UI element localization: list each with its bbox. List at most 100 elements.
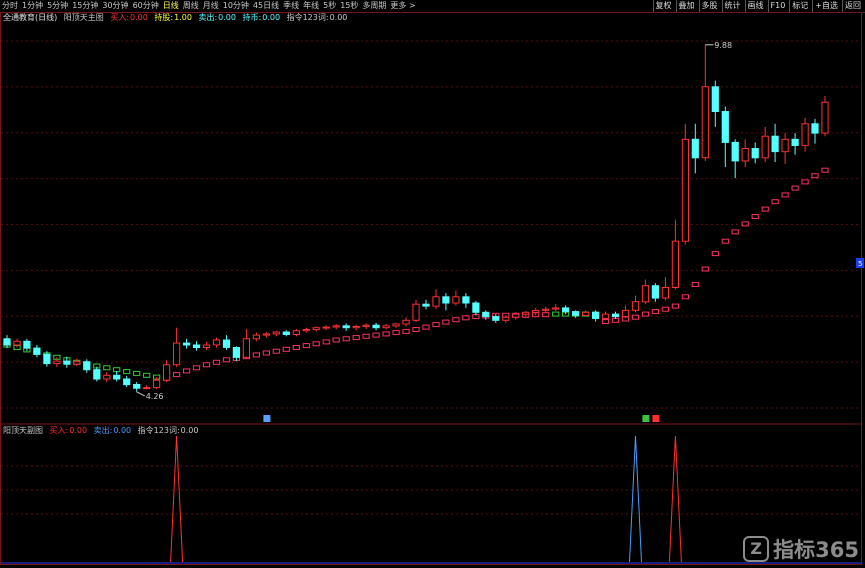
candle-body[interactable]	[442, 296, 450, 304]
candle-body[interactable]	[631, 301, 640, 311]
candle-body[interactable]	[731, 141, 739, 162]
candle-body[interactable]	[552, 307, 560, 310]
candle-body[interactable]	[621, 309, 630, 318]
candle-body[interactable]	[522, 311, 530, 315]
candle-body[interactable]	[651, 285, 659, 299]
candle-body[interactable]	[163, 364, 171, 381]
trail-marker	[252, 352, 261, 358]
candle-body[interactable]	[582, 311, 590, 316]
candle-body[interactable]	[93, 369, 101, 380]
candle-body[interactable]	[342, 325, 350, 329]
candle-body[interactable]	[681, 138, 689, 242]
candle-body[interactable]	[332, 325, 340, 328]
candle-body[interactable]	[671, 240, 679, 288]
candle-body[interactable]	[113, 374, 121, 380]
event-marker[interactable]	[642, 415, 650, 422]
min-price-label: 4.26	[146, 392, 164, 401]
candle-body[interactable]	[53, 360, 61, 365]
trail-marker	[372, 332, 380, 338]
candle-body[interactable]	[262, 333, 270, 336]
candle-body[interactable]	[811, 123, 819, 134]
candle-body[interactable]	[611, 313, 620, 318]
min-pointer	[136, 391, 145, 397]
candle-body[interactable]	[492, 316, 500, 321]
candle-body[interactable]	[721, 111, 729, 143]
candle-body[interactable]	[472, 302, 480, 313]
candle-body[interactable]	[232, 347, 241, 358]
candle-body[interactable]	[222, 339, 231, 348]
candle-body[interactable]	[432, 296, 440, 307]
trail-marker	[202, 362, 211, 368]
candle-body[interactable]	[781, 138, 789, 153]
candle-body[interactable]	[312, 327, 320, 331]
chart-canvas[interactable]: 9.88 4.26 5	[0, 0, 865, 568]
candle-body[interactable]	[751, 148, 759, 159]
trail-marker	[741, 221, 749, 227]
candle-body[interactable]	[641, 285, 650, 303]
candle-body[interactable]	[43, 353, 51, 365]
candle-body[interactable]	[282, 331, 290, 335]
candle-body[interactable]	[821, 101, 829, 134]
candle-body[interactable]	[771, 135, 779, 153]
candle-body[interactable]	[572, 311, 580, 316]
candle-body[interactable]	[322, 326, 330, 329]
candle-body[interactable]	[402, 319, 410, 325]
candle-body[interactable]	[192, 344, 201, 348]
candle-body[interactable]	[512, 313, 520, 318]
candle-body[interactable]	[302, 329, 310, 332]
candle-body[interactable]	[791, 138, 799, 147]
candle-body[interactable]	[382, 325, 390, 329]
candle-body[interactable]	[133, 384, 141, 389]
candle-body[interactable]	[761, 135, 769, 159]
candle-body[interactable]	[532, 309, 540, 313]
trail-marker	[192, 365, 201, 371]
candle-body[interactable]	[83, 361, 91, 371]
candle-body[interactable]	[422, 303, 430, 307]
candle-body[interactable]	[482, 311, 490, 318]
candle-body[interactable]	[362, 324, 370, 327]
candle-body[interactable]	[392, 323, 400, 327]
candle-body[interactable]	[153, 379, 161, 389]
candle-body[interactable]	[542, 308, 550, 311]
candle-body[interactable]	[3, 338, 11, 346]
candle-body[interactable]	[452, 296, 460, 304]
candle-body[interactable]	[202, 344, 211, 348]
signal-spike	[668, 435, 682, 563]
candle-body[interactable]	[801, 123, 809, 146]
candle-body[interactable]	[711, 86, 719, 113]
candle-body[interactable]	[252, 334, 261, 340]
event-marker[interactable]	[263, 415, 271, 422]
candle-body[interactable]	[701, 86, 709, 159]
event-marker[interactable]	[652, 415, 660, 422]
candle-body[interactable]	[183, 342, 191, 346]
candle-body[interactable]	[212, 339, 221, 346]
candle-body[interactable]	[372, 324, 380, 329]
candle-body[interactable]	[352, 326, 360, 329]
trail-marker	[173, 372, 181, 378]
candle-body[interactable]	[292, 330, 300, 335]
candle-body[interactable]	[23, 340, 31, 349]
trail-marker	[462, 315, 470, 321]
candle-body[interactable]	[123, 378, 131, 386]
candle-body[interactable]	[562, 307, 570, 313]
candle-body[interactable]	[601, 313, 610, 319]
candle-body[interactable]	[103, 374, 111, 380]
candle-body[interactable]	[143, 387, 151, 390]
candle-body[interactable]	[242, 338, 251, 358]
candle-body[interactable]	[592, 311, 600, 319]
candle-body[interactable]	[502, 316, 510, 321]
candle-body[interactable]	[462, 296, 470, 304]
candle-body[interactable]	[173, 342, 181, 366]
trail-marker	[322, 339, 330, 345]
candle-body[interactable]	[412, 303, 420, 321]
candle-body[interactable]	[661, 287, 669, 299]
candle-body[interactable]	[13, 340, 21, 346]
candle-body[interactable]	[741, 148, 749, 162]
candle-body[interactable]	[272, 331, 280, 335]
candle-body[interactable]	[33, 347, 41, 355]
candle-body[interactable]	[73, 361, 81, 365]
candle-body[interactable]	[691, 138, 699, 159]
trail-marker	[272, 348, 280, 354]
trail-marker	[222, 357, 231, 363]
candle-body[interactable]	[63, 360, 71, 365]
